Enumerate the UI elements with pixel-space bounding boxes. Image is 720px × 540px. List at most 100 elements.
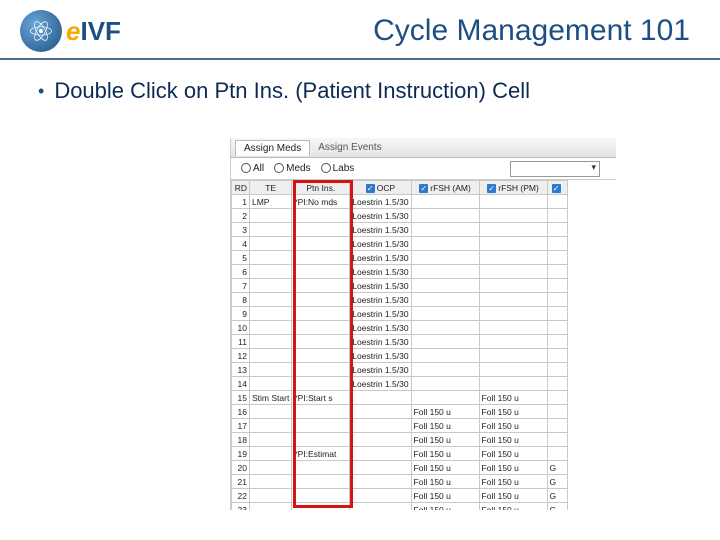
- cell-ocp[interactable]: [350, 461, 411, 475]
- cell-rfsh-am[interactable]: [411, 349, 479, 363]
- cell-te[interactable]: [250, 209, 292, 223]
- cell-extra[interactable]: [547, 195, 567, 209]
- cell-te[interactable]: [250, 349, 292, 363]
- cell-rfsh-pm[interactable]: [479, 209, 547, 223]
- col-rfsh-am[interactable]: ✓rFSH (AM): [411, 181, 479, 195]
- cell-te[interactable]: Stim Start: [250, 391, 292, 405]
- cell-te[interactable]: [250, 419, 292, 433]
- cell-te[interactable]: [250, 405, 292, 419]
- cell-ptn-ins[interactable]: [292, 461, 350, 475]
- cell-extra[interactable]: [547, 237, 567, 251]
- cell-ptn-ins[interactable]: *PI:Start s: [292, 391, 350, 405]
- cell-ptn-ins[interactable]: [292, 237, 350, 251]
- cell-ocp[interactable]: Loestrin 1.5/30: [350, 335, 411, 349]
- cell-extra[interactable]: [547, 293, 567, 307]
- cell-te[interactable]: [250, 293, 292, 307]
- cell-rfsh-am[interactable]: Foll 150 u: [411, 503, 479, 511]
- cell-extra[interactable]: [547, 335, 567, 349]
- cell-rfsh-pm[interactable]: [479, 237, 547, 251]
- cell-rfsh-pm[interactable]: Foll 150 u: [479, 447, 547, 461]
- filter-all[interactable]: All: [241, 163, 264, 174]
- cell-ptn-ins[interactable]: [292, 293, 350, 307]
- cell-ocp[interactable]: Loestrin 1.5/30: [350, 237, 411, 251]
- cell-ocp[interactable]: [350, 405, 411, 419]
- cell-rfsh-pm[interactable]: Foll 150 u: [479, 391, 547, 405]
- cell-te[interactable]: [250, 503, 292, 511]
- cell-rfsh-am[interactable]: [411, 223, 479, 237]
- cell-te[interactable]: [250, 279, 292, 293]
- cell-ocp[interactable]: Loestrin 1.5/30: [350, 279, 411, 293]
- cell-rfsh-am[interactable]: [411, 195, 479, 209]
- cell-extra[interactable]: G: [547, 489, 567, 503]
- cell-rfsh-am[interactable]: [411, 391, 479, 405]
- cell-rfsh-pm[interactable]: [479, 293, 547, 307]
- cell-ptn-ins[interactable]: *PI:Estimat: [292, 447, 350, 461]
- cell-rfsh-am[interactable]: Foll 150 u: [411, 405, 479, 419]
- cell-ocp[interactable]: [350, 391, 411, 405]
- cell-rfsh-am[interactable]: [411, 237, 479, 251]
- cell-ocp[interactable]: Loestrin 1.5/30: [350, 209, 411, 223]
- cell-extra[interactable]: [547, 405, 567, 419]
- tab-assign-meds[interactable]: Assign Meds: [235, 140, 310, 156]
- cell-rfsh-pm[interactable]: [479, 349, 547, 363]
- cell-ocp[interactable]: Loestrin 1.5/30: [350, 321, 411, 335]
- cell-te[interactable]: [250, 307, 292, 321]
- cell-te[interactable]: [250, 335, 292, 349]
- col-ptn-ins[interactable]: Ptn Ins.: [292, 181, 350, 195]
- cell-rfsh-pm[interactable]: Foll 150 u: [479, 461, 547, 475]
- cell-rfsh-pm[interactable]: Foll 150 u: [479, 419, 547, 433]
- cell-ptn-ins[interactable]: [292, 377, 350, 391]
- cell-extra[interactable]: [547, 363, 567, 377]
- cell-ptn-ins[interactable]: [292, 307, 350, 321]
- cell-ocp[interactable]: Loestrin 1.5/30: [350, 195, 411, 209]
- cell-te[interactable]: [250, 489, 292, 503]
- cell-te[interactable]: [250, 377, 292, 391]
- cell-rfsh-pm[interactable]: [479, 321, 547, 335]
- cell-te[interactable]: [250, 363, 292, 377]
- cell-rfsh-am[interactable]: [411, 321, 479, 335]
- col-te[interactable]: TE: [250, 181, 292, 195]
- cell-rfsh-pm[interactable]: [479, 223, 547, 237]
- cell-ocp[interactable]: Loestrin 1.5/30: [350, 265, 411, 279]
- cell-te[interactable]: [250, 447, 292, 461]
- cell-extra[interactable]: [547, 307, 567, 321]
- cell-extra[interactable]: [547, 223, 567, 237]
- cell-extra[interactable]: [547, 209, 567, 223]
- cell-ptn-ins[interactable]: [292, 503, 350, 511]
- cell-rfsh-am[interactable]: [411, 363, 479, 377]
- cell-te[interactable]: [250, 433, 292, 447]
- cell-rfsh-pm[interactable]: [479, 195, 547, 209]
- col-ocp[interactable]: ✓OCP: [350, 181, 411, 195]
- cell-rfsh-am[interactable]: [411, 209, 479, 223]
- cell-ptn-ins[interactable]: *PI:No mds: [292, 195, 350, 209]
- cell-ptn-ins[interactable]: [292, 265, 350, 279]
- cell-ptn-ins[interactable]: [292, 209, 350, 223]
- cell-rfsh-pm[interactable]: [479, 265, 547, 279]
- cell-te[interactable]: [250, 223, 292, 237]
- cell-rfsh-am[interactable]: Foll 150 u: [411, 475, 479, 489]
- col-rd[interactable]: RD: [232, 181, 250, 195]
- cell-rfsh-am[interactable]: Foll 150 u: [411, 489, 479, 503]
- cell-ocp[interactable]: Loestrin 1.5/30: [350, 251, 411, 265]
- cell-extra[interactable]: G: [547, 503, 567, 511]
- cell-rfsh-am[interactable]: Foll 150 u: [411, 447, 479, 461]
- cell-ocp[interactable]: [350, 475, 411, 489]
- cell-extra[interactable]: [547, 321, 567, 335]
- cell-ocp[interactable]: [350, 489, 411, 503]
- cell-extra[interactable]: [547, 265, 567, 279]
- filter-dropdown[interactable]: [510, 161, 600, 177]
- cell-rfsh-pm[interactable]: [479, 279, 547, 293]
- cell-extra[interactable]: G: [547, 475, 567, 489]
- cell-ocp[interactable]: [350, 419, 411, 433]
- cell-ptn-ins[interactable]: [292, 321, 350, 335]
- cell-rfsh-am[interactable]: [411, 293, 479, 307]
- cell-te[interactable]: [250, 237, 292, 251]
- cell-rfsh-pm[interactable]: Foll 150 u: [479, 433, 547, 447]
- cell-extra[interactable]: [547, 433, 567, 447]
- cell-ptn-ins[interactable]: [292, 405, 350, 419]
- cell-extra[interactable]: [547, 251, 567, 265]
- cell-te[interactable]: [250, 265, 292, 279]
- cell-rfsh-pm[interactable]: [479, 307, 547, 321]
- cell-ocp[interactable]: [350, 433, 411, 447]
- cell-ptn-ins[interactable]: [292, 223, 350, 237]
